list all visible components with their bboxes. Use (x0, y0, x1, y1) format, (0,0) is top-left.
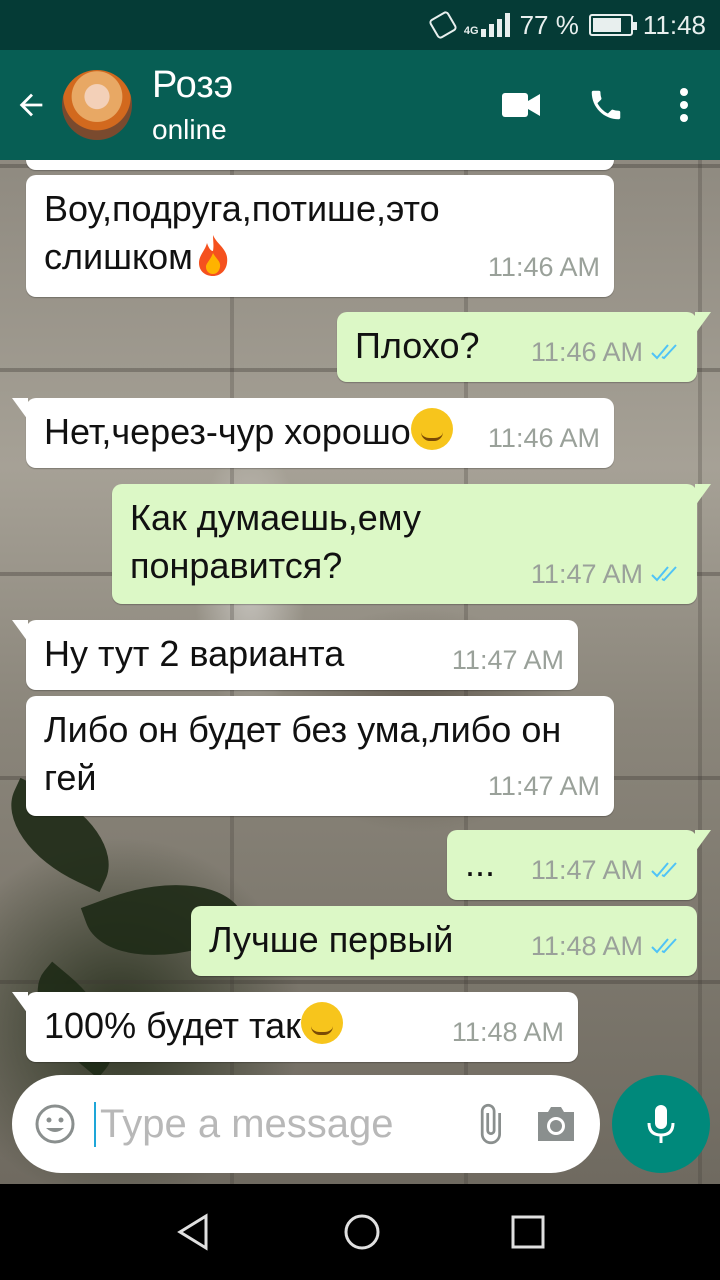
read-receipt-icon (651, 862, 677, 878)
mic-button[interactable] (612, 1075, 710, 1173)
message-text: Нет,через-чур хорошо (44, 411, 411, 452)
message-time: 11:47 AM (530, 559, 643, 589)
clock: 11:48 (642, 9, 706, 40)
emoji-icon[interactable] (34, 1103, 76, 1145)
status-bar: 4G 77 % 11:48 (0, 0, 720, 50)
message-incoming[interactable]: Ну тут 2 варианта 11:47 AM (12, 620, 578, 690)
phone-icon[interactable] (564, 50, 648, 160)
message-outgoing[interactable]: Как думаешь,ему понравится? 11:47 AM (112, 484, 711, 604)
presence-status: online (152, 114, 227, 145)
message-incoming[interactable]: Либо он будет без ума,либо он гей 11:47 … (26, 696, 614, 816)
battery-icon (588, 14, 637, 36)
nav-recents-icon[interactable] (510, 1214, 546, 1250)
message-incoming[interactable]: Воу,подруга,потише,это слишком 11:46 AM (26, 175, 614, 297)
message-input[interactable]: Type a message (94, 1101, 468, 1147)
signal-icon (480, 13, 510, 37)
message-composer: Type a message (12, 1075, 600, 1173)
nav-back-icon[interactable] (174, 1212, 214, 1252)
message-text: 100% будет так (44, 1005, 301, 1046)
message-outgoing[interactable]: Плохо? 11:46 AM (337, 312, 711, 382)
contact-info[interactable]: Розэ online (152, 63, 480, 147)
battery-percent: 77 % (519, 9, 579, 40)
message-incoming[interactable]: 100% будет так 11:48 AM (12, 992, 578, 1062)
read-receipt-icon (651, 344, 677, 360)
mic-icon (647, 1105, 675, 1143)
message-outgoing[interactable]: Лучше первый 11:48 AM (191, 906, 697, 976)
more-vert-icon[interactable] (648, 50, 720, 160)
message-bubble-partial (26, 160, 614, 170)
chat-area[interactable]: Воу,подруга,потише,это слишком 11:46 AM … (0, 160, 720, 1184)
signal-indicator: 4G (464, 13, 510, 37)
camera-icon[interactable] (534, 1104, 578, 1144)
paperclip-icon[interactable] (468, 1102, 512, 1146)
vibrate-icon (427, 9, 458, 41)
arrow-left-icon[interactable] (0, 50, 62, 160)
message-time: 11:48 AM (530, 931, 643, 961)
read-receipt-icon (651, 938, 677, 954)
nav-home-icon[interactable] (342, 1212, 382, 1252)
message-outgoing[interactable]: ... 11:47 AM (447, 830, 711, 900)
fire-emoji-icon (198, 235, 228, 276)
system-nav-bar (0, 1184, 720, 1280)
contact-name: Розэ (152, 64, 234, 106)
smirk-emoji-icon (410, 408, 453, 450)
message-text: Как думаешь,ему понравится? (130, 497, 421, 586)
read-receipt-icon (651, 566, 677, 582)
smirk-emoji-icon (300, 1002, 343, 1044)
avatar[interactable] (62, 70, 132, 140)
message-time: 11:48 AM (451, 1017, 564, 1047)
message-time: 11:47 AM (451, 645, 564, 675)
message-text: Воу,подруга,потише,это слишком (44, 188, 440, 277)
message-time: 11:47 AM (530, 855, 643, 885)
message-time: 11:46 AM (487, 252, 600, 282)
message-time: 11:47 AM (487, 771, 600, 801)
battery-level (592, 18, 621, 32)
video-call-icon[interactable] (480, 50, 564, 160)
message-time: 11:46 AM (530, 337, 643, 367)
message-incoming[interactable]: 11:46 AM Нет,через-чур хорошо (12, 398, 614, 468)
chat-header: Розэ online (0, 50, 720, 160)
network-type: 4G (463, 25, 479, 37)
